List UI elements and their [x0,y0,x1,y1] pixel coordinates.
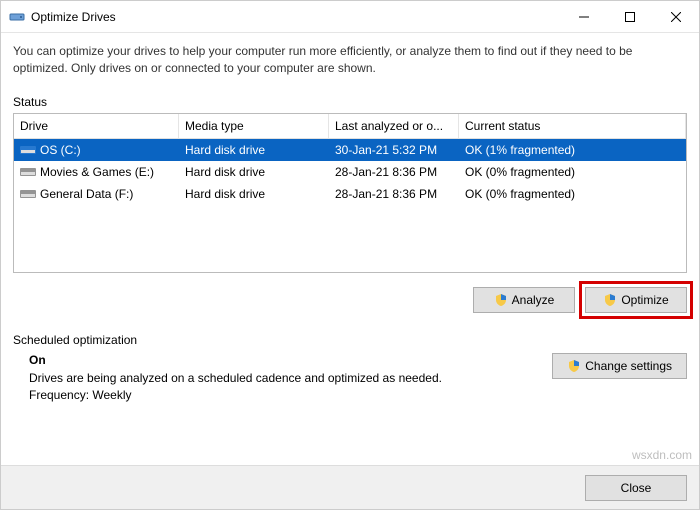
maximize-button[interactable] [607,1,653,33]
close-button[interactable] [653,1,699,33]
media-type: Hard disk drive [179,185,329,203]
scheduled-section: Scheduled optimization On Drives are bei… [13,333,687,405]
close-label: Close [621,481,652,495]
footer: Close [1,465,699,509]
content: You can optimize your drives to help you… [1,33,699,465]
table-row[interactable]: Movies & Games (E:) Hard disk drive28-Jan… [14,161,686,183]
analyze-button[interactable]: Analyze [473,287,575,313]
drive-name: Movies & Games (E:) [40,165,154,179]
description: You can optimize your drives to help you… [13,43,687,77]
button-row: Analyze Optimize [13,287,687,313]
drive-icon [9,9,25,25]
table-row[interactable]: OS (C:) Hard disk drive30-Jan-21 5:32 PMO… [14,139,686,161]
watermark: wsxdn.com [632,448,692,462]
shield-icon [567,359,581,373]
drive-name: OS (C:) [40,143,81,157]
media-type: Hard disk drive [179,163,329,181]
col-last[interactable]: Last analyzed or o... [329,114,459,138]
scheduled-freq: Frequency: Weekly [29,388,540,402]
window: Optimize Drives You can optimize your dr… [0,0,700,510]
drives-table: Drive Media type Last analyzed or o... C… [13,113,687,273]
change-settings-button[interactable]: Change settings [552,353,687,379]
hdd-icon [20,166,36,178]
current-status: OK (0% fragmented) [459,163,686,181]
current-status: OK (1% fragmented) [459,141,686,159]
shield-icon [494,293,508,307]
last-analyzed: 28-Jan-21 8:36 PM [329,185,459,203]
shield-icon [603,293,617,307]
last-analyzed: 28-Jan-21 8:36 PM [329,163,459,181]
status-label: Status [13,95,687,109]
media-type: Hard disk drive [179,141,329,159]
last-analyzed: 30-Jan-21 5:32 PM [329,141,459,159]
optimize-highlight: Optimize [579,281,693,319]
optimize-label: Optimize [621,293,668,307]
col-status[interactable]: Current status [459,114,686,138]
minimize-button[interactable] [561,1,607,33]
col-media[interactable]: Media type [179,114,329,138]
scheduled-label: Scheduled optimization [13,333,687,347]
current-status: OK (0% fragmented) [459,185,686,203]
hdd-icon [20,188,36,200]
table-row[interactable]: General Data (F:) Hard disk drive28-Jan-2… [14,183,686,205]
analyze-label: Analyze [512,293,555,307]
change-settings-label: Change settings [585,359,672,373]
col-drive[interactable]: Drive [14,114,179,138]
hdd-icon [20,144,36,156]
scheduled-state: On [29,353,540,367]
drive-name: General Data (F:) [40,187,133,201]
scheduled-desc: Drives are being analyzed on a scheduled… [29,371,540,385]
titlebar: Optimize Drives [1,1,699,33]
close-footer-button[interactable]: Close [585,475,687,501]
window-title: Optimize Drives [31,10,561,24]
optimize-button[interactable]: Optimize [585,287,687,313]
table-header: Drive Media type Last analyzed or o... C… [14,114,686,139]
